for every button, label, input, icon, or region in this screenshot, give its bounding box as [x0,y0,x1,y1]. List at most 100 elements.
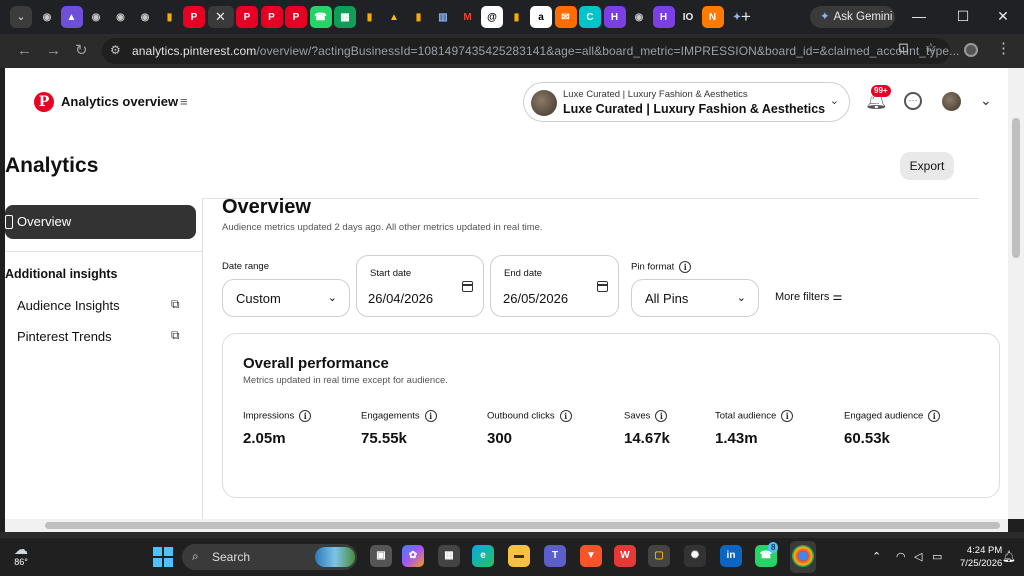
task-view-icon[interactable]: ▣ [370,545,392,567]
user-avatar[interactable] [942,92,961,111]
vertical-scrollbar[interactable] [1008,68,1024,519]
back-icon[interactable]: ← [17,42,32,60]
horizontal-scrollbar[interactable] [5,519,1008,532]
external-link-icon[interactable]: ⧉ [171,328,180,343]
show-hidden-icons-chevron-icon[interactable]: ⌃ [872,550,881,563]
metric-engagements[interactable]: Engagements i 75.55k [361,410,437,447]
close-window-icon[interactable]: ✕ [991,6,1015,26]
scrollbar-thumb[interactable] [45,522,1000,529]
metric-outbound-clicks[interactable]: Outbound clicks i 300 [487,410,572,447]
chrome-tab-icon[interactable]: ◉ [36,6,58,28]
sidebar-item-audience-insights[interactable]: Audience Insights [17,298,120,313]
chrome-tab-icon[interactable]: ◉ [110,6,132,28]
tab-search-button[interactable]: ⌄ [10,6,32,28]
analytics-tab-icon[interactable]: ▮ [408,6,430,28]
chatgpt-icon[interactable]: ✺ [684,545,706,567]
ads-tab-icon[interactable]: ▲ [383,6,405,28]
analytics-tab-icon[interactable]: ▮ [506,6,528,28]
linkedin-icon[interactable]: in [720,545,742,567]
metric-engaged-audience[interactable]: Engaged audience i 60.53k [844,410,941,447]
info-icon[interactable]: i [299,410,312,422]
wifi-icon[interactable]: ◠ [896,550,906,563]
info-icon[interactable]: i [655,410,668,422]
sheets-tab-icon[interactable]: ▦ [334,6,356,28]
close-tab-icon[interactable]: ✕ [207,6,234,28]
info-icon[interactable]: i [679,261,692,273]
messages-icon[interactable]: ··· [904,92,922,110]
store-icon[interactable]: ▦ [438,545,460,567]
external-link-icon[interactable]: ⧉ [171,297,180,312]
overall-performance-card: Overall performance Metrics updated in r… [222,333,1000,498]
copilot-icon[interactable]: ✿ [402,545,424,567]
analytics-tab-icon[interactable]: ▮ [359,6,381,28]
scrollbar-thumb[interactable] [1012,118,1020,258]
chrome-tab-icon[interactable]: ◉ [134,6,156,28]
clock[interactable]: 4:24 PM 7/25/2026 [960,544,1002,570]
brave-icon[interactable]: ▼ [580,545,602,567]
pinterest-tab-icon[interactable]: P [285,6,307,28]
notification-center-icon[interactable]: 🔔︎ [1002,550,1016,563]
ask-gemini-button[interactable]: ✦ Ask Gemini [810,6,895,28]
io-tab-icon[interactable]: IO [677,6,699,28]
app-icon[interactable]: ▢ [648,545,670,567]
sidebar-item-pinterest-trends[interactable]: Pinterest Trends [17,329,112,344]
menu-icon[interactable]: ⋮ [996,39,1011,57]
maximize-icon[interactable]: ☐ [951,6,975,26]
account-menu-chevron-icon[interactable]: ⌄ [980,92,992,109]
gmail-tab-icon[interactable]: M [457,6,479,28]
edge-icon[interactable]: e [472,545,494,567]
threads-tab-icon[interactable]: @ [481,6,503,28]
app-tab-icon[interactable]: H [652,6,675,28]
info-icon[interactable]: i [559,410,572,422]
start-date-field[interactable]: Start date 26/04/2026 [356,255,484,317]
forward-icon[interactable]: → [46,42,61,60]
chrome-tab-icon[interactable]: ◉ [628,6,650,28]
windows-start-icon[interactable] [153,547,173,567]
bank-tab-icon[interactable]: ▥ [432,6,454,28]
info-icon[interactable]: i [781,410,794,422]
bookmark-star-icon[interactable]: ☆ [925,40,937,56]
app-tab-icon[interactable]: H [603,6,626,28]
info-icon[interactable]: i [928,410,941,422]
more-filters-button[interactable]: More filters ⚌ [775,290,842,303]
amazon-tab-icon[interactable]: a [530,6,552,28]
pin-format-select[interactable]: All Pins ⌄ [631,279,759,317]
whatsapp-tab-icon[interactable]: ☎ [309,6,332,28]
pinterest-tab-icon[interactable]: P [183,6,205,28]
site-info-icon[interactable]: ⚙ [110,43,121,57]
address-bar[interactable]: ⚙ analytics.pinterest.com/overview/?acti… [102,38,959,64]
volume-icon[interactable]: ◁ [914,550,922,563]
profile-avatar[interactable] [964,43,978,57]
metric-total-audience[interactable]: Total audience i 1.43m [715,410,794,447]
pinterest-logo-icon[interactable]: P [34,92,54,112]
teams-icon[interactable]: T [544,545,566,567]
wps-office-icon[interactable]: W [614,545,636,567]
metric-impressions[interactable]: Impressions i 2.05m [243,410,312,447]
app-tab-icon[interactable]: ▲ [60,6,83,28]
info-icon[interactable]: i [424,410,437,422]
app-title[interactable]: Analytics overview [61,94,178,109]
sidebar-item-overview[interactable]: Overview [5,205,196,239]
taskbar-search[interactable]: ⌕ Search [182,544,357,570]
install-app-icon[interactable]: ⊡ [898,40,909,56]
analytics-tab-icon[interactable]: ▮ [159,6,181,28]
mail-tab-icon[interactable]: ✉ [554,6,577,28]
chrome-tab-icon[interactable]: ◉ [85,6,107,28]
app-tab-icon[interactable]: N [701,6,724,28]
canva-tab-icon[interactable]: C [579,6,601,28]
file-explorer-icon[interactable]: ▬ [508,545,530,567]
reload-icon[interactable]: ↻ [75,42,88,60]
export-button[interactable]: Export [900,152,954,180]
pinterest-tab-icon[interactable]: P [260,6,283,28]
pinterest-tab-icon[interactable]: P [236,6,258,28]
minimize-icon[interactable]: — [907,6,931,26]
date-range-select[interactable]: Custom ⌄ [222,279,350,317]
battery-icon[interactable]: ▭ [932,550,942,563]
end-date-field[interactable]: End date 26/05/2026 [490,255,619,317]
hamburger-menu-icon[interactable]: ≡ [180,94,188,109]
account-switcher[interactable]: Luxe Curated | Luxury Fashion & Aestheti… [523,82,850,122]
weather-widget[interactable]: ☁ 86° [14,541,28,567]
chrome-icon[interactable] [792,545,814,567]
new-tab-icon[interactable]: + [741,7,751,27]
metric-saves[interactable]: Saves i 14.67k [624,410,670,447]
